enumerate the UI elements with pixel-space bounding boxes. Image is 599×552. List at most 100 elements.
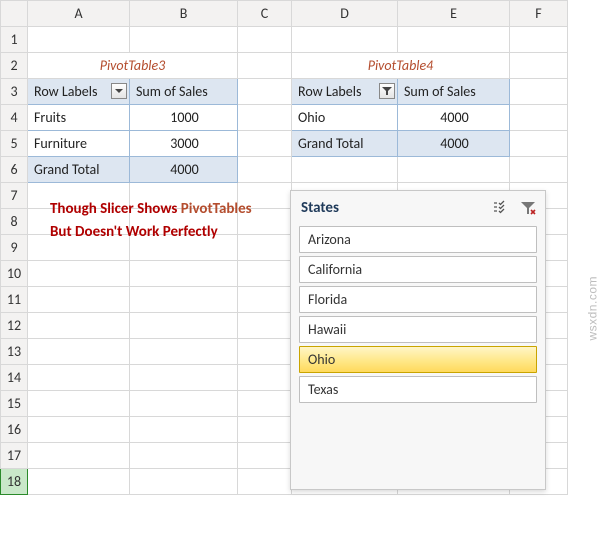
cell[interactable] (238, 79, 292, 105)
row-header[interactable]: 2 (1, 53, 28, 79)
slicer-item[interactable]: Texas (299, 376, 537, 403)
cell[interactable] (130, 417, 238, 443)
watermark: wsxdn.com (586, 276, 599, 341)
cell[interactable] (130, 261, 238, 287)
cell[interactable] (510, 79, 568, 105)
cell[interactable] (510, 105, 568, 131)
pivot3-row[interactable]: Furniture (28, 131, 130, 157)
cell[interactable] (398, 157, 510, 183)
slicer-item[interactable]: California (299, 256, 537, 283)
col-header[interactable]: C (238, 1, 292, 27)
cell[interactable] (130, 391, 238, 417)
cell[interactable] (130, 365, 238, 391)
cell[interactable] (28, 443, 130, 469)
slicer-items: Arizona California Florida Hawaii Ohio Texas (297, 226, 539, 403)
row-header[interactable]: 15 (1, 391, 28, 417)
cell[interactable] (238, 105, 292, 131)
row-header[interactable]: 7 (1, 183, 28, 209)
cell[interactable] (28, 339, 130, 365)
row-header[interactable]: 10 (1, 261, 28, 287)
row-header[interactable]: 11 (1, 287, 28, 313)
cell[interactable] (238, 53, 292, 79)
row-header[interactable]: 6 (1, 157, 28, 183)
cell[interactable] (238, 339, 292, 365)
dropdown-icon[interactable] (111, 83, 127, 99)
row-header-selected[interactable]: 18 (1, 469, 28, 495)
cell[interactable] (238, 365, 292, 391)
note-part3: But Doesn't Work Perfectly (50, 223, 218, 241)
cell[interactable] (292, 27, 398, 53)
multi-select-icon[interactable] (491, 199, 509, 217)
row-header[interactable]: 5 (1, 131, 28, 157)
corner-cell[interactable] (1, 1, 28, 27)
slicer-item[interactable]: Florida (299, 286, 537, 313)
cell[interactable] (28, 313, 130, 339)
row-header[interactable]: 14 (1, 365, 28, 391)
pivot4-row-labels-header[interactable]: Row Labels (292, 79, 398, 105)
cell[interactable] (292, 157, 398, 183)
cell[interactable] (130, 443, 238, 469)
cell[interactable] (130, 27, 238, 53)
cell[interactable] (28, 261, 130, 287)
col-header[interactable]: B (130, 1, 238, 27)
slicer-item[interactable]: Ohio (299, 346, 537, 373)
row-header[interactable]: 17 (1, 443, 28, 469)
cell[interactable] (130, 469, 238, 495)
pivot3-row[interactable]: Fruits (28, 105, 130, 131)
cell[interactable] (510, 53, 568, 79)
pivot4-total-label[interactable]: Grand Total (292, 131, 398, 157)
filter-active-icon[interactable] (379, 83, 395, 99)
note-part1: Though Slicer Shows (50, 200, 177, 218)
cell[interactable] (238, 157, 292, 183)
cell[interactable] (398, 27, 510, 53)
cell[interactable] (238, 443, 292, 469)
pivot3-row-labels-header[interactable]: Row Labels (28, 79, 130, 105)
pivot3-value[interactable]: 3000 (130, 131, 238, 157)
cell[interactable] (510, 27, 568, 53)
pivot3-value[interactable]: 1000 (130, 105, 238, 131)
pivot3-total-value[interactable]: 4000 (130, 157, 238, 183)
cell[interactable] (238, 287, 292, 313)
cell[interactable] (510, 131, 568, 157)
cell[interactable] (238, 313, 292, 339)
pivot3-total-label[interactable]: Grand Total (28, 157, 130, 183)
pivot4-value-header[interactable]: Sum of Sales (398, 79, 510, 105)
cell[interactable] (28, 27, 130, 53)
cell[interactable] (238, 417, 292, 443)
cell[interactable] (130, 313, 238, 339)
row-header[interactable]: 13 (1, 339, 28, 365)
col-header[interactable]: D (292, 1, 398, 27)
cell[interactable] (238, 261, 292, 287)
cell[interactable] (28, 287, 130, 313)
cell[interactable] (28, 469, 130, 495)
cell[interactable] (28, 365, 130, 391)
row-header[interactable]: 12 (1, 313, 28, 339)
cell[interactable] (238, 469, 292, 495)
cell[interactable] (238, 27, 292, 53)
cell[interactable] (130, 339, 238, 365)
col-header[interactable]: E (398, 1, 510, 27)
cell[interactable] (130, 287, 238, 313)
row-header[interactable]: 9 (1, 235, 28, 261)
annotation-text: Though Slicer Shows PivotTables But Does… (50, 198, 260, 243)
row-header[interactable]: 3 (1, 79, 28, 105)
slicer-item[interactable]: Hawaii (299, 316, 537, 343)
states-slicer[interactable]: States ArizonaCaliforniaFloridaHawaiiOhi… (290, 190, 546, 490)
row-header[interactable]: 4 (1, 105, 28, 131)
cell[interactable] (510, 157, 568, 183)
pivot3-value-header[interactable]: Sum of Sales (130, 79, 238, 105)
row-header[interactable]: 8 (1, 209, 28, 235)
cell[interactable] (238, 131, 292, 157)
pivot4-total-value[interactable]: 4000 (398, 131, 510, 157)
cell[interactable] (28, 391, 130, 417)
row-header[interactable]: 1 (1, 27, 28, 53)
clear-filter-icon[interactable] (519, 199, 537, 217)
row-header[interactable]: 16 (1, 417, 28, 443)
pivot4-row[interactable]: Ohio (292, 105, 398, 131)
col-header[interactable]: F (510, 1, 568, 27)
pivot4-value[interactable]: 4000 (398, 105, 510, 131)
cell[interactable] (238, 391, 292, 417)
slicer-item[interactable]: Arizona (299, 226, 537, 253)
cell[interactable] (28, 417, 130, 443)
col-header[interactable]: A (28, 1, 130, 27)
